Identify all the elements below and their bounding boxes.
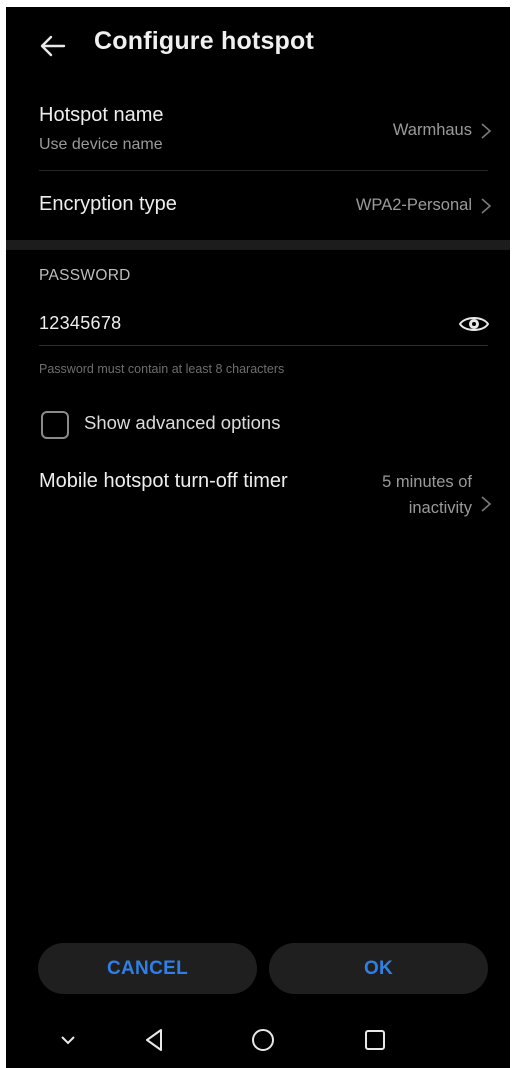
advanced-options-checkbox[interactable] bbox=[41, 411, 69, 439]
hotspot-name-value: Warmhaus bbox=[392, 121, 472, 139]
hotspot-name-label: Hotspot name bbox=[39, 104, 164, 126]
chevron-right-icon bbox=[481, 198, 492, 214]
home-circle-icon[interactable] bbox=[249, 1026, 277, 1054]
password-field[interactable]: 12345678 bbox=[39, 313, 122, 334]
app-bar: Configure hotspot bbox=[6, 7, 510, 85]
section-separator bbox=[6, 240, 510, 250]
turn-off-timer-value: 5 minutes of inactivity bbox=[382, 473, 472, 517]
chevron-down-icon[interactable] bbox=[54, 1026, 82, 1054]
password-underline bbox=[39, 345, 488, 346]
recents-square-icon[interactable] bbox=[361, 1026, 389, 1054]
system-nav-bar bbox=[6, 1012, 510, 1068]
advanced-options-label[interactable]: Show advanced options bbox=[84, 412, 280, 434]
back-triangle-icon[interactable] bbox=[141, 1026, 169, 1054]
password-section-header: PASSWORD bbox=[39, 267, 131, 284]
hotspot-name-sublabel: Use device name bbox=[39, 136, 163, 153]
arrow-left-icon[interactable] bbox=[36, 29, 70, 63]
encryption-type-value: WPA2-Personal bbox=[355, 196, 472, 214]
password-hint: Password must contain at least 8 charact… bbox=[39, 362, 285, 376]
page-title: Configure hotspot bbox=[94, 27, 315, 55]
hotspot-name-row[interactable]: Hotspot name Use device name Warmhaus bbox=[6, 85, 510, 177]
turn-off-timer-label: Mobile hotspot turn-off timer bbox=[39, 470, 288, 492]
eye-icon[interactable] bbox=[458, 313, 490, 335]
chevron-right-icon bbox=[481, 496, 492, 512]
chevron-right-icon bbox=[481, 123, 492, 139]
screen: Configure hotspot Hotspot name Use devic… bbox=[6, 7, 510, 1068]
cancel-button[interactable]: CANCEL bbox=[38, 943, 257, 994]
encryption-type-row[interactable]: Encryption type WPA2-Personal bbox=[6, 171, 510, 239]
encryption-type-label: Encryption type bbox=[39, 193, 177, 215]
ok-button[interactable]: OK bbox=[269, 943, 488, 994]
